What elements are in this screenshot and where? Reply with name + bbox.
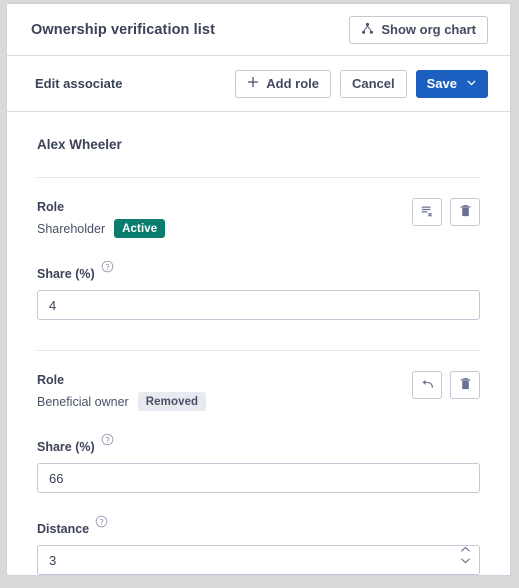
remove-role-button[interactable] — [412, 198, 442, 226]
field-label: Share (%) — [37, 440, 95, 454]
show-org-chart-label: Show org chart — [381, 22, 476, 37]
card-header: Ownership verification list Show org cha… — [7, 4, 510, 56]
role-label: Role — [37, 200, 65, 214]
field-label-row: Share (%) — [37, 433, 480, 456]
chevron-down-icon — [466, 76, 477, 91]
role-header: Role Shareholder Active — [37, 198, 480, 238]
associate-body: Alex Wheeler Role Shareholder Active Sha… — [7, 112, 510, 575]
remove-role-icon — [420, 204, 434, 221]
field-share: Share (%) — [37, 433, 480, 493]
stepper-down-icon[interactable] — [460, 557, 471, 564]
page-background: Ownership verification list Show org cha… — [0, 0, 519, 588]
help-circle-icon[interactable] — [101, 433, 114, 446]
delete-role-button[interactable] — [450, 371, 480, 399]
save-label: Save — [426, 76, 457, 91]
undo-icon — [420, 377, 435, 394]
undo-role-button[interactable] — [412, 371, 442, 399]
role-value: Beneficial owner — [37, 394, 129, 409]
status-badge: Removed — [137, 392, 207, 411]
role-block: Role Shareholder Active Share (%) 4 — [37, 178, 480, 320]
role-label: Role — [37, 373, 65, 387]
field-label-row: Distance — [37, 515, 480, 538]
role-actions — [412, 198, 480, 226]
ownership-verification-card: Ownership verification list Show org cha… — [6, 3, 511, 576]
add-role-label: Add role — [266, 76, 319, 91]
plus-icon — [247, 76, 259, 91]
toolbar-actions: Add role Cancel Save — [235, 69, 488, 98]
field-label: Distance — [37, 522, 90, 536]
delete-role-button[interactable] — [450, 198, 480, 226]
toolbar-title: Edit associate — [35, 76, 123, 91]
stepper-arrows — [460, 546, 471, 564]
share-input[interactable] — [37, 290, 480, 320]
field-share: Share (%) — [37, 260, 480, 320]
status-badge: Active — [114, 219, 166, 238]
field-label: Share (%) — [37, 267, 95, 281]
save-button[interactable]: Save — [415, 69, 488, 98]
org-chart-icon — [361, 22, 374, 38]
role-value-row: Shareholder Active — [37, 219, 166, 238]
role-info: Role Beneficial owner Removed — [37, 371, 207, 411]
delete-icon — [459, 377, 472, 394]
quantity-stepper — [37, 538, 480, 575]
role-value-row: Beneficial owner Removed — [37, 392, 207, 411]
show-org-chart-button[interactable]: Show org chart — [349, 15, 488, 44]
add-role-button[interactable]: Add role — [235, 69, 331, 98]
role-header: Role Beneficial owner Removed — [37, 371, 480, 411]
page-title: Ownership verification list — [31, 21, 215, 38]
stepper-up-icon[interactable] — [460, 546, 471, 553]
role-block: Role Beneficial owner Removed Share (%) … — [37, 351, 480, 575]
cancel-label: Cancel — [351, 76, 395, 91]
help-circle-icon[interactable] — [95, 515, 108, 528]
associate-name: Alex Wheeler — [37, 137, 122, 152]
edit-associate-toolbar: Edit associate Add role Cancel Save — [7, 56, 510, 112]
role-value: Shareholder — [37, 221, 106, 236]
field-distance: Distance — [37, 515, 480, 575]
distance-input[interactable] — [37, 545, 480, 575]
field-label-row: Share (%) — [37, 260, 480, 283]
role-info: Role Shareholder Active — [37, 198, 166, 238]
cancel-button[interactable]: Cancel — [339, 69, 407, 98]
help-circle-icon[interactable] — [101, 260, 114, 273]
role-actions — [412, 371, 480, 399]
delete-icon — [459, 204, 472, 221]
share-input[interactable] — [37, 463, 480, 493]
